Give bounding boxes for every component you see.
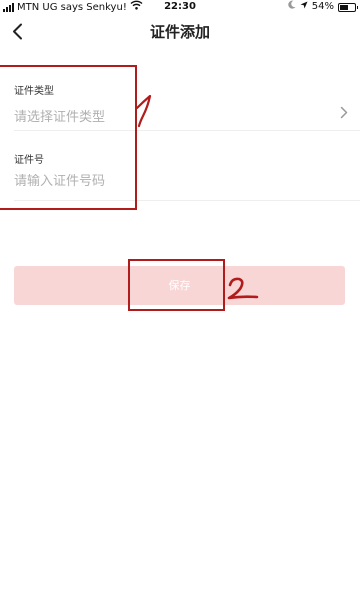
doc-type-select[interactable]: 请选择证件类型	[14, 106, 105, 125]
save-button[interactable]: 保存	[14, 266, 345, 305]
doc-type-label: 证件类型	[14, 86, 54, 97]
status-bar: MTN UG says Senkyu! 22:30 54%	[0, 0, 360, 14]
screen: MTN UG says Senkyu! 22:30 54% 证件添加 证件类型 …	[0, 0, 360, 600]
chevron-left-icon	[12, 23, 23, 44]
status-right: 54%	[288, 0, 358, 14]
doc-number-input[interactable]	[14, 174, 274, 189]
location-arrow-icon	[300, 0, 308, 14]
moon-icon	[288, 0, 296, 14]
chevron-right-icon[interactable]	[340, 104, 348, 123]
page-title: 证件添加	[149, 23, 210, 41]
battery-icon	[338, 2, 358, 12]
doc-type-row[interactable]: 证件类型 请选择证件类型	[14, 66, 360, 131]
document-form: 证件类型 请选择证件类型	[0, 66, 360, 131]
back-button[interactable]	[4, 18, 30, 48]
nav-bar: 证件添加	[0, 14, 360, 52]
battery-fill	[340, 4, 348, 10]
battery-percent: 54%	[311, 1, 334, 12]
doc-number-label: 证件号	[14, 155, 44, 166]
doc-number-row: 证件号	[14, 140, 360, 201]
